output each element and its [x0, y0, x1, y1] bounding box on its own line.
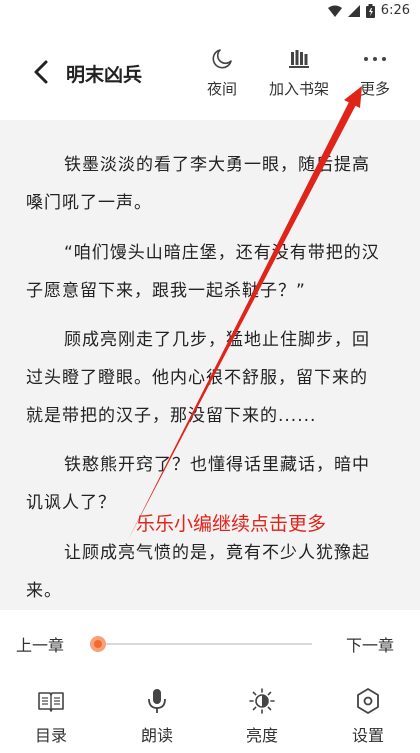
add-to-shelf-button[interactable]: 加入书架 — [262, 46, 336, 99]
table-of-contents-button[interactable]: 目录 — [21, 688, 81, 746]
chapter-navigation: 上一章 下一章 — [0, 610, 420, 676]
table-of-contents-label: 目录 — [34, 726, 67, 745]
paragraph: 让顾成亮气愤的是，竟有不少人犹豫起 来。 — [26, 534, 396, 610]
text-line: 就是带把的汉子，那没留下来的...... — [26, 406, 317, 426]
text-line: 子愿意留下来，跟我一起杀鞑子？” — [26, 281, 306, 301]
previous-chapter-button[interactable]: 上一章 — [16, 632, 64, 656]
battery-icon — [365, 3, 375, 18]
book-title: 明末凶兵 — [66, 64, 143, 86]
status-bar: 6:26 — [0, 0, 420, 24]
add-to-shelf-label: 加入书架 — [268, 80, 329, 98]
night-mode-label: 夜间 — [206, 80, 237, 98]
settings-label: 设置 — [351, 726, 384, 745]
annotation-text: 乐乐小编继续点击更多 — [136, 513, 327, 535]
text-line: 让顾成亮气愤的是，竟有不少人犹豫起 — [64, 543, 370, 563]
status-time: 6:26 — [380, 3, 410, 18]
paragraph: “咱们馒头山暗庄堡，还有没有带把的汉 子愿意留下来，跟我一起杀鞑子？” — [26, 234, 396, 310]
wifi-icon — [327, 5, 342, 17]
status-icons: 6:26 — [327, 3, 410, 18]
moon-icon — [211, 46, 233, 72]
reader-bottom-panel: 上一章 下一章 目录 朗读 亮度 设置 — [0, 610, 420, 753]
night-mode-button[interactable]: 夜间 — [204, 46, 240, 99]
text-line: 过头瞪了瞪眼。他内心很不舒服，留下来的 — [26, 368, 368, 388]
text-line: 来。 — [26, 581, 62, 601]
reading-content[interactable]: 铁墨淡淡的看了李大勇一眼，随后提高 嗓门吼了一声。 “咱们馒头山暗庄堡，还有没有… — [0, 120, 420, 610]
chevron-left-icon — [34, 60, 48, 84]
more-dots-icon — [363, 46, 387, 72]
settings-button[interactable]: 设置 — [338, 688, 398, 746]
text-line: 铁憨熊开窍了？也懂得话里藏话，暗中 — [64, 455, 370, 475]
read-aloud-button[interactable]: 朗读 — [127, 688, 187, 746]
paragraph: 铁墨淡淡的看了李大勇一眼，随后提高 嗓门吼了一声。 — [26, 146, 396, 222]
chapter-progress-slider[interactable] — [98, 643, 312, 645]
next-chapter-button[interactable]: 下一章 — [346, 632, 394, 656]
book-open-icon — [38, 688, 64, 714]
text-line: 嗓门吼了一声。 — [26, 193, 152, 213]
progress-handle[interactable] — [90, 636, 106, 652]
text-line: 铁墨淡淡的看了李大勇一眼，随后提高 — [64, 155, 370, 175]
read-aloud-label: 朗读 — [140, 726, 173, 745]
microphone-icon — [147, 688, 167, 714]
brightness-icon — [249, 688, 275, 714]
text-line: “咱们馒头山暗庄堡，还有没有带把的汉 — [64, 243, 380, 263]
text-line: 顾成亮刚走了几步，猛地止住脚步，回 — [64, 330, 370, 350]
signal-icon — [347, 4, 360, 17]
paragraph: 顾成亮刚走了几步，猛地止住脚步，回 过头瞪了瞪眼。他内心很不舒服，留下来的 就是… — [26, 321, 396, 435]
bookshelf-icon — [288, 46, 310, 72]
brightness-button[interactable]: 亮度 — [232, 688, 292, 746]
more-button[interactable]: 更多 — [354, 46, 396, 99]
gear-icon — [356, 688, 380, 714]
more-label: 更多 — [359, 80, 390, 98]
reader-top-bar: 明末凶兵 夜间 加入书架 更多 — [0, 24, 420, 120]
back-button[interactable] — [30, 58, 54, 86]
brightness-label: 亮度 — [245, 726, 278, 745]
